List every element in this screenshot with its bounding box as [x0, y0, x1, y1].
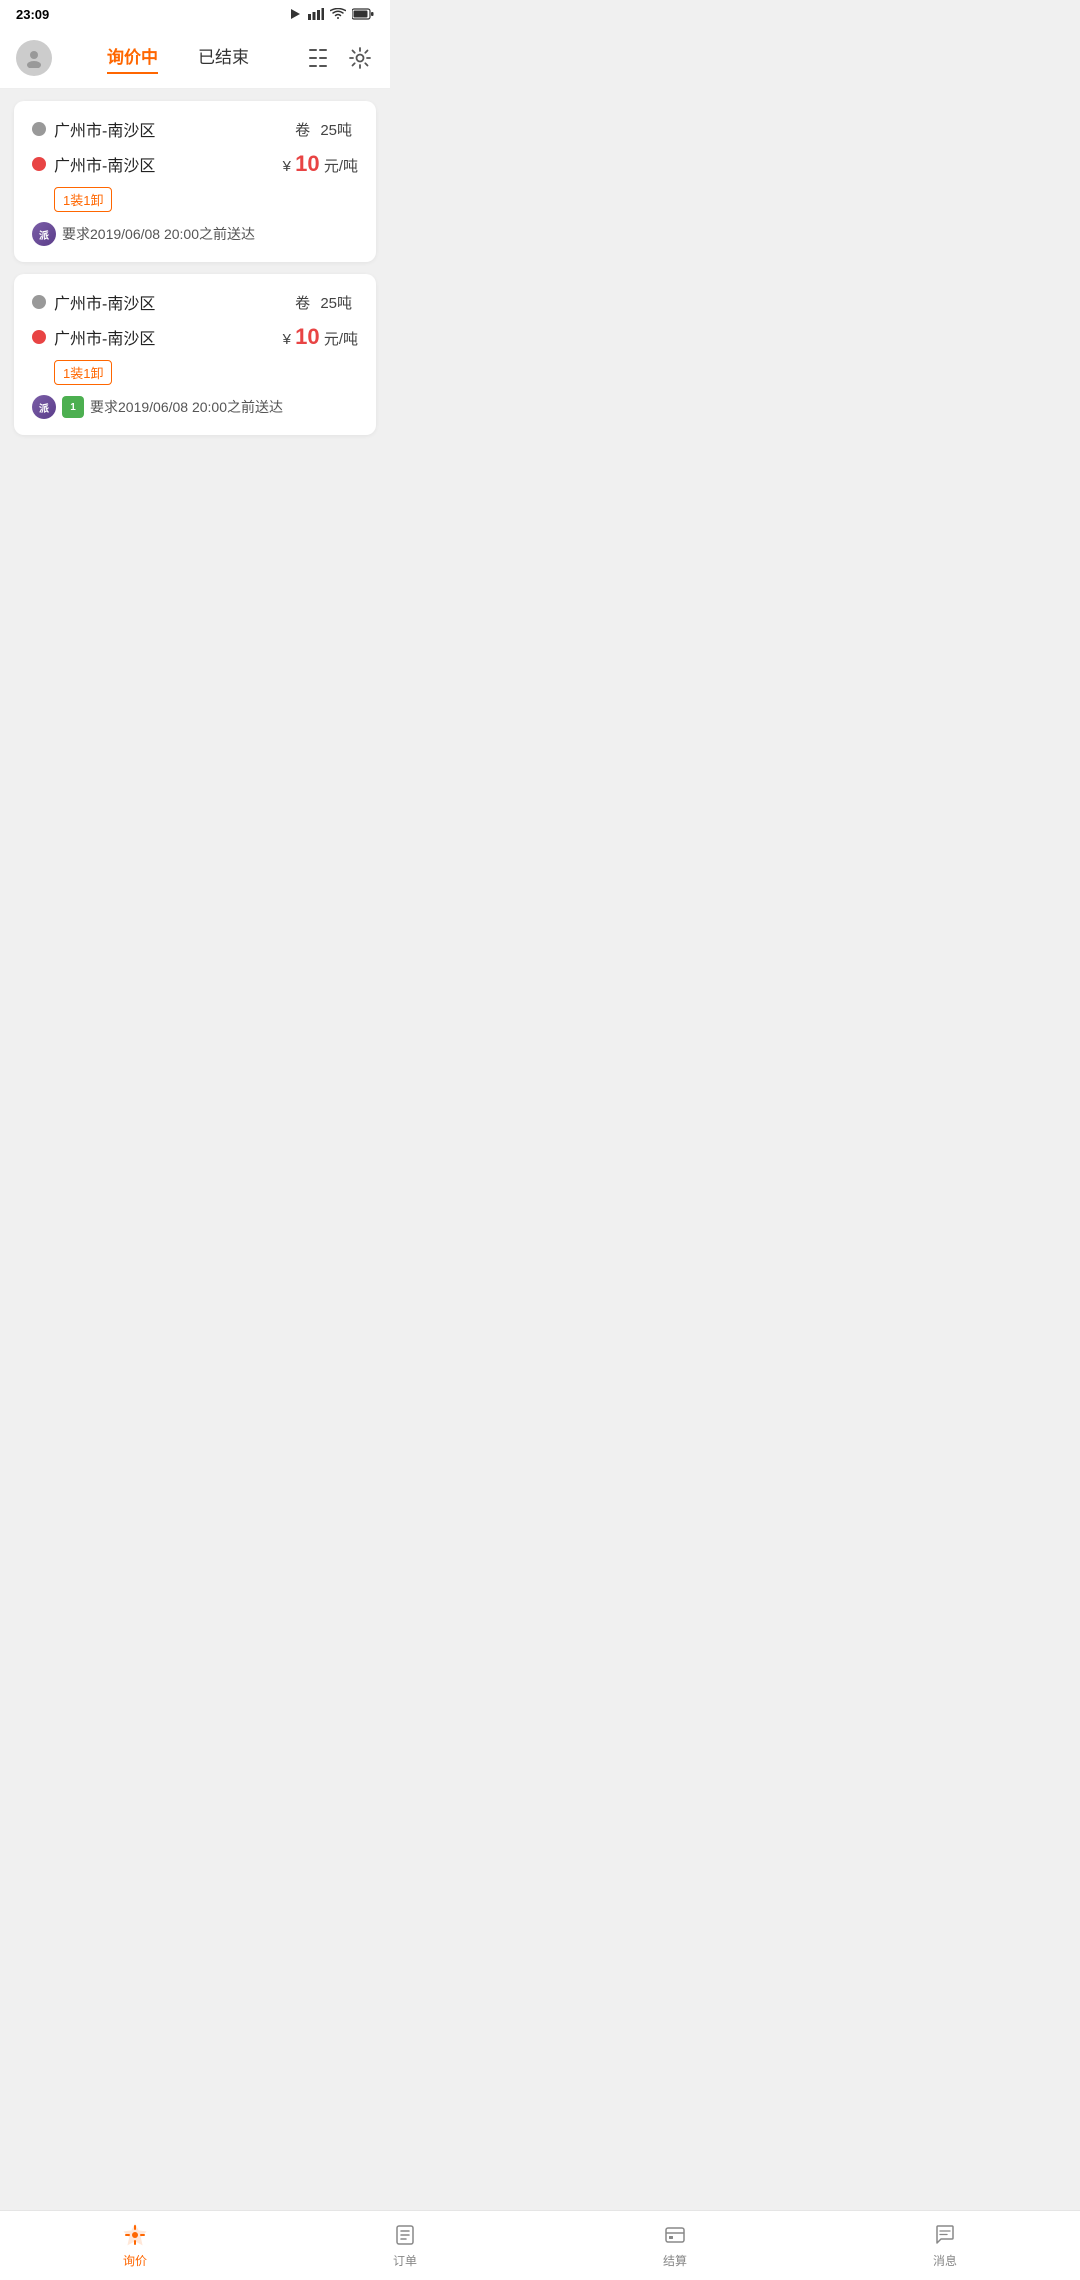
from-location-1: 广州市-南沙区: [32, 117, 155, 141]
to-dot-icon-1: [32, 157, 46, 171]
play-icon: [288, 7, 302, 21]
orders-nav-icon: [392, 2222, 418, 2248]
header: 询价中 已结束: [0, 28, 390, 89]
nav-item-messages[interactable]: 消息: [810, 2222, 1080, 2269]
delivery-row-2: 派 1 要求2019/06/08 20:00之前送达: [32, 395, 358, 419]
nav-item-settlement[interactable]: 结算: [540, 2222, 810, 2269]
tab-inquiring[interactable]: 询价中: [107, 43, 158, 74]
nav-item-inquiry[interactable]: 询价: [0, 2222, 270, 2269]
from-location-2: 广州市-南沙区: [32, 290, 155, 314]
delivery-row-1: 派 要求2019/06/08 20:00之前送达: [32, 222, 358, 246]
response-badge-icon-2: 1: [62, 396, 84, 418]
from-city-2: 广州市-南沙区: [54, 290, 155, 314]
header-icons: [304, 44, 374, 72]
weight-info-1: 卷 25吨: [295, 119, 358, 140]
price-number-2: 10: [295, 324, 319, 349]
load-unload-tag-2: 1装1卸: [54, 360, 112, 385]
inquiry-card-2[interactable]: 广州市-南沙区 卷 25吨 广州市-南沙区 ¥ 10 元/吨 1装1卸 派 1: [14, 274, 376, 435]
to-dot-icon-2: [32, 330, 46, 344]
weight-2: 25吨: [320, 295, 352, 312]
route-from-row-1: 广州市-南沙区 卷 25吨: [32, 117, 358, 141]
settings-icon[interactable]: [346, 44, 374, 72]
nav-item-orders[interactable]: 订单: [270, 2222, 540, 2269]
from-city-1: 广州市-南沙区: [54, 117, 155, 141]
route-to-row-2: 广州市-南沙区 ¥ 10 元/吨: [32, 324, 358, 350]
inquiry-card-1[interactable]: 广州市-南沙区 卷 25吨 广州市-南沙区 ¥ 10 元/吨 1装1卸 派 要求…: [14, 101, 376, 262]
status-icons: [288, 7, 374, 21]
delivery-text-1: 要求2019/06/08 20:00之前送达: [62, 224, 255, 244]
bottom-nav: 询价 订单 结算: [0, 2210, 1080, 2280]
to-city-1: 广州市-南沙区: [54, 152, 155, 176]
派-badge-1: 派: [32, 222, 56, 246]
price-unit-1: 元/吨: [324, 158, 358, 175]
currency-symbol-1: ¥: [283, 158, 291, 175]
status-time: 23:09: [16, 7, 49, 22]
delivery-text-2: 要求2019/06/08 20:00之前送达: [90, 397, 283, 417]
to-location-1: 广州市-南沙区: [32, 152, 155, 176]
messages-nav-icon: [932, 2222, 958, 2248]
battery-icon: [352, 8, 374, 20]
派-badge-2: 派: [32, 395, 56, 419]
user-avatar[interactable]: [16, 40, 52, 76]
settlement-nav-label: 结算: [663, 2252, 687, 2269]
weight-info-2: 卷 25吨: [295, 292, 358, 313]
from-dot-icon-2: [32, 295, 46, 309]
route-to-row-1: 广州市-南沙区 ¥ 10 元/吨: [32, 151, 358, 177]
load-unload-tag-1: 1装1卸: [54, 187, 112, 212]
user-icon: [24, 48, 44, 68]
price-number-1: 10: [295, 151, 319, 176]
list-icon[interactable]: [304, 44, 332, 72]
wifi-icon: [330, 8, 346, 20]
to-city-2: 广州市-南沙区: [54, 325, 155, 349]
tag-row-1: 1装1卸: [54, 187, 358, 212]
roll-label-2: 卷: [295, 295, 310, 312]
roll-label-1: 卷: [295, 122, 310, 139]
signal-icon: [308, 8, 324, 20]
header-tabs: 询价中 已结束: [52, 43, 304, 74]
tag-row-2: 1装1卸: [54, 360, 358, 385]
currency-symbol-2: ¥: [283, 331, 291, 348]
content-area: 广州市-南沙区 卷 25吨 广州市-南沙区 ¥ 10 元/吨 1装1卸 派 要求…: [0, 89, 390, 447]
orders-nav-label: 订单: [393, 2252, 417, 2269]
from-dot-icon-1: [32, 122, 46, 136]
tab-ended[interactable]: 已结束: [198, 43, 249, 74]
route-from-row-2: 广州市-南沙区 卷 25吨: [32, 290, 358, 314]
inquiry-nav-label: 询价: [123, 2252, 147, 2269]
status-bar: 23:09: [0, 0, 390, 28]
inquiry-nav-icon: [122, 2222, 148, 2248]
price-info-2: ¥ 10 元/吨: [283, 324, 358, 350]
to-location-2: 广州市-南沙区: [32, 325, 155, 349]
price-unit-2: 元/吨: [324, 331, 358, 348]
weight-1: 25吨: [320, 122, 352, 139]
settlement-nav-icon: [662, 2222, 688, 2248]
messages-nav-label: 消息: [933, 2252, 957, 2269]
price-info-1: ¥ 10 元/吨: [283, 151, 358, 177]
